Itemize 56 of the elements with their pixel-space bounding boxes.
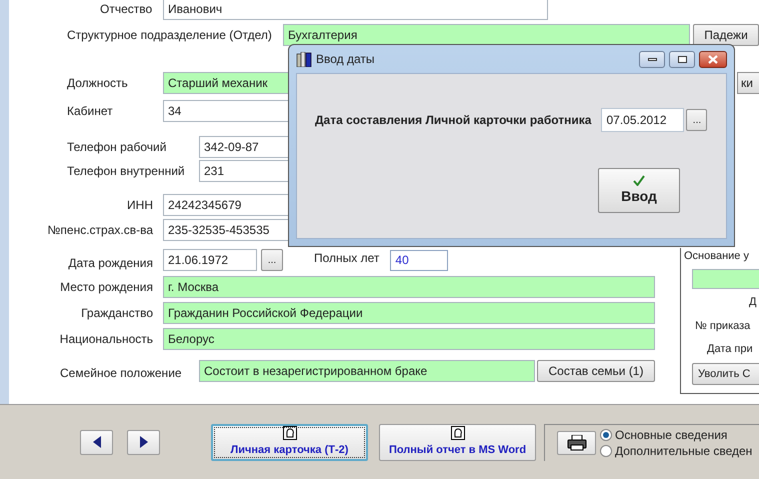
button[interactable]: ...	[261, 249, 283, 271]
print-button[interactable]	[557, 430, 596, 454]
date-field[interactable]: 07.05.2012	[601, 108, 684, 132]
printer-icon	[566, 434, 586, 450]
next-button[interactable]	[127, 430, 160, 454]
left-triangle-icon	[92, 436, 100, 448]
field-label: ИНН	[127, 197, 153, 214]
field-label: Полных лет	[314, 250, 380, 267]
dialog-label: Дата составления Личной карточки работника	[315, 112, 592, 129]
field-label: Телефон рабочий	[66, 139, 168, 156]
field-label: Дата при	[706, 342, 754, 356]
field-label: Отчество	[99, 0, 154, 18]
radio-button[interactable]	[600, 428, 612, 440]
text-field[interactable]: 21.06.1972	[163, 249, 257, 271]
button[interactable]: ки	[737, 72, 759, 94]
field-label: Гражданство	[81, 305, 153, 322]
field-label: Национальность	[60, 331, 153, 348]
close-icon	[708, 54, 718, 64]
ok-button[interactable]: Ввод	[598, 168, 680, 213]
text-field[interactable]: Белорус	[163, 328, 655, 350]
report-button[interactable]: Личная карточка (Т-2)	[211, 424, 368, 460]
text-field[interactable]: Состоит в незарегистрированном браке	[199, 360, 535, 382]
field-label: Структурное подразделение (Отдел)	[66, 27, 273, 44]
check-icon	[633, 174, 645, 186]
text-field[interactable]: Гражданин Российской Федерации	[163, 302, 655, 324]
text-field[interactable]: Бухгалтерия	[283, 24, 690, 46]
field-label: № приказа	[694, 319, 752, 334]
option-label: Основные сведения	[615, 426, 728, 444]
text-field[interactable]: 40	[390, 250, 448, 270]
field-label: Место рождения	[60, 279, 153, 296]
field-label: Кабинет	[66, 103, 114, 120]
button[interactable]: Падежи	[693, 24, 759, 46]
dialog-title: Ввод даты	[316, 51, 375, 68]
books-icon	[296, 52, 312, 66]
button[interactable]: Уволить С	[692, 363, 759, 385]
maximize-button[interactable]	[669, 50, 695, 68]
field-label: Основание у	[683, 249, 750, 264]
field-label: Семейное положение	[59, 365, 183, 382]
button[interactable]: ...	[686, 109, 708, 131]
field-label: Телефон внутренний	[66, 163, 186, 180]
minimize-button[interactable]	[639, 50, 665, 68]
right-triangle-icon	[140, 436, 148, 448]
radio-button[interactable]	[600, 444, 612, 456]
portrait-icon	[282, 426, 296, 440]
portrait-icon	[450, 426, 464, 440]
field-label: Дата рождения	[68, 255, 153, 272]
text-field[interactable]: Иванович	[163, 0, 548, 20]
field-label: №пенс.страх.св-ва	[48, 222, 153, 239]
close-button[interactable]	[699, 50, 727, 68]
field-label: Должность	[66, 75, 129, 92]
button[interactable]: Состав семьи (1)	[537, 360, 655, 382]
option-label: Дополнительные сведен	[615, 442, 752, 460]
field-label: Д	[748, 294, 758, 310]
previous-button[interactable]	[80, 430, 113, 454]
report-button[interactable]: Полный отчет в MS Word	[379, 424, 536, 460]
text-field[interactable]: г. Москва	[163, 276, 655, 298]
